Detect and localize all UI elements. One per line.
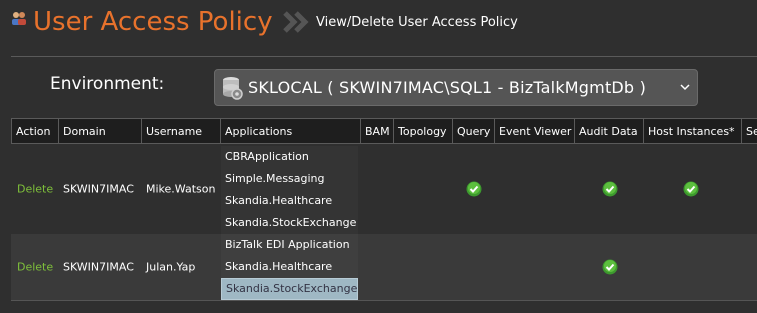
application-item[interactable]: Simple.Messaging — [221, 168, 358, 190]
environment-select[interactable]: SKLOCAL ( SKWIN7IMAC\SQL1 - BizTalkMgmtD… — [214, 69, 698, 106]
column-header-topology: Topology — [393, 118, 452, 144]
column-header-applications: Applications — [220, 118, 360, 144]
column-header-username: Username — [141, 118, 220, 144]
database-icon — [223, 77, 243, 100]
page-title: User Access Policy — [33, 7, 273, 37]
double-chevron-icon — [283, 11, 309, 33]
page-header: User Access Policy View/Delete User Acce… — [0, 0, 757, 48]
column-header-event-viewer: Event Viewer — [494, 118, 574, 144]
environment-label: Environment: — [50, 74, 165, 94]
delete-link[interactable]: Delete — [17, 261, 53, 274]
audit-data-checkmark-icon — [602, 181, 618, 197]
column-header-action: Action — [11, 118, 58, 144]
column-header-domain: Domain — [58, 118, 141, 144]
applications-list[interactable]: CBRApplication Simple.Messaging Skandia.… — [221, 146, 358, 234]
application-item[interactable]: Skandia.Healthcare — [221, 190, 358, 212]
audit-data-checkmark-icon — [602, 259, 618, 275]
application-item[interactable]: Skandia.Healthcare — [221, 256, 358, 278]
table-row: Delete SKWIN7IMAC Mike.Watson CBRApplica… — [11, 144, 757, 234]
column-header-audit-data: Audit Data — [574, 118, 643, 144]
user-access-table: Action Domain Username Applications BAM … — [11, 118, 757, 300]
users-icon — [12, 12, 26, 25]
table-row: Delete SKWIN7IMAC Julan.Yap BizTalk EDI … — [11, 234, 757, 300]
environment-selected-value: SKLOCAL ( SKWIN7IMAC\SQL1 - BizTalkMgmtD… — [248, 78, 647, 97]
application-item[interactable]: Skandia.StockExchange — [221, 212, 358, 234]
applications-list[interactable]: BizTalk EDI Application Skandia.Healthca… — [221, 234, 358, 300]
username-cell: Mike.Watson — [146, 182, 216, 196]
domain-cell: SKWIN7IMAC — [63, 182, 134, 196]
table-bottom-divider — [11, 300, 757, 301]
username-cell: Julan.Yap — [146, 260, 196, 274]
domain-cell: SKWIN7IMAC — [63, 260, 134, 274]
column-header-query: Query — [452, 118, 494, 144]
page-subtitle: View/Delete User Access Policy — [316, 15, 518, 30]
application-item[interactable]: CBRApplication — [221, 146, 358, 168]
chevron-down-icon — [680, 84, 690, 91]
query-checkmark-icon — [466, 181, 482, 197]
delete-link[interactable]: Delete — [17, 183, 53, 196]
application-item-selected[interactable]: Skandia.StockExchange — [221, 278, 358, 300]
column-header-se: Se — [741, 118, 757, 144]
column-header-bam: BAM — [360, 118, 393, 144]
column-header-host-instances: Host Instances* — [643, 118, 741, 144]
host-instances-checkmark-icon — [683, 181, 699, 197]
header-divider — [11, 56, 757, 57]
application-item[interactable]: BizTalk EDI Application — [221, 234, 358, 256]
